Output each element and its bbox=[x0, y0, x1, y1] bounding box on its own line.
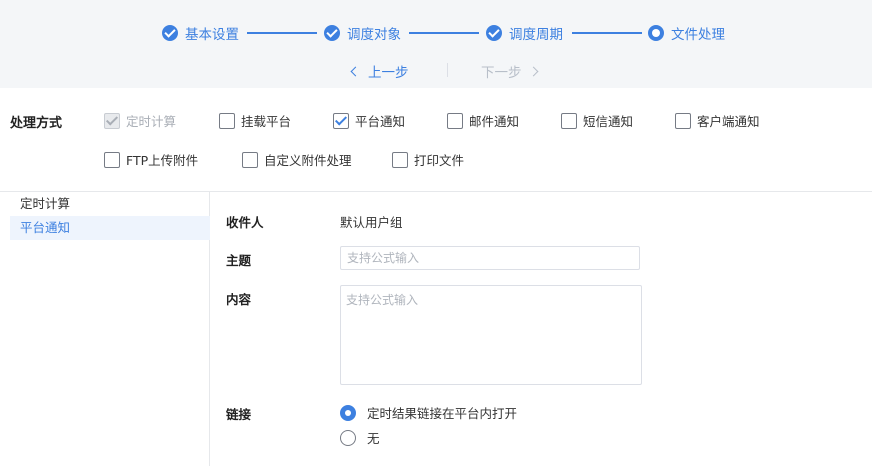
checkbox[interactable] bbox=[104, 151, 120, 168]
step-schedule-object[interactable]: 调度对象 bbox=[324, 24, 401, 43]
recipient-label: 收件人 bbox=[226, 215, 264, 230]
dot-circle-icon bbox=[648, 25, 664, 41]
option-scheduled-calc[interactable]: 定时计算 bbox=[104, 111, 176, 130]
step-connector bbox=[572, 32, 642, 34]
check-circle-icon bbox=[324, 25, 340, 41]
option-mount-platform[interactable]: 挂载平台 bbox=[219, 111, 291, 130]
step-schedule-period[interactable]: 调度周期 bbox=[486, 24, 563, 43]
option-label: 挂载平台 bbox=[241, 114, 292, 129]
method-label: 处理方式 bbox=[10, 116, 63, 131]
step-file-processing[interactable]: 文件处理 bbox=[648, 24, 725, 43]
option-sms-notify[interactable]: 短信通知 bbox=[561, 111, 633, 130]
link-option-none[interactable]: 无 bbox=[340, 428, 380, 447]
link-option-open-in-platform[interactable]: 定时结果链接在平台内打开 bbox=[340, 403, 517, 422]
option-print-file[interactable]: 打印文件 bbox=[392, 150, 464, 169]
prev-step-label: 上一步 bbox=[368, 65, 409, 81]
radio-label: 无 bbox=[367, 431, 380, 446]
step-label: 调度周期 bbox=[509, 27, 563, 43]
prev-step-button[interactable]: 上一步 bbox=[350, 61, 409, 81]
step-label: 基本设置 bbox=[185, 27, 239, 43]
option-label: 短信通知 bbox=[583, 114, 634, 129]
sidebar-item-scheduled-calc[interactable]: 定时计算 bbox=[10, 192, 210, 216]
checkbox[interactable] bbox=[675, 112, 691, 129]
option-label: FTP上传附件 bbox=[126, 153, 199, 168]
sidebar: 定时计算 平台通知 bbox=[0, 192, 210, 466]
option-email-notify[interactable]: 邮件通知 bbox=[447, 111, 519, 130]
option-custom-attachment[interactable]: 自定义附件处理 bbox=[242, 150, 352, 169]
checkbox[interactable] bbox=[219, 112, 235, 129]
option-label: 打印文件 bbox=[414, 153, 465, 168]
option-client-notify[interactable]: 客户端通知 bbox=[675, 111, 760, 130]
step-label: 文件处理 bbox=[671, 27, 725, 43]
option-label: 邮件通知 bbox=[469, 114, 520, 129]
option-label: 定时计算 bbox=[126, 114, 177, 129]
checkbox[interactable] bbox=[104, 112, 120, 129]
sidebar-item-platform-notify[interactable]: 平台通知 bbox=[10, 216, 210, 240]
checkbox[interactable] bbox=[333, 112, 349, 129]
recipient-value: 默认用户组 bbox=[340, 215, 403, 230]
option-label: 平台通知 bbox=[355, 114, 406, 129]
step-label: 调度对象 bbox=[347, 27, 401, 43]
next-step-label: 下一步 bbox=[481, 65, 522, 81]
subject-input[interactable] bbox=[340, 246, 640, 270]
radio-button[interactable] bbox=[340, 404, 356, 421]
step-connector bbox=[247, 32, 317, 34]
step-basic-settings[interactable]: 基本设置 bbox=[162, 24, 239, 43]
chevron-left-icon bbox=[350, 66, 361, 76]
next-step-button[interactable]: 下一步 bbox=[481, 61, 538, 81]
step-connector bbox=[409, 32, 479, 34]
link-label: 链接 bbox=[226, 407, 252, 422]
content-textarea[interactable] bbox=[340, 285, 642, 385]
nav-divider bbox=[447, 63, 448, 77]
checkbox[interactable] bbox=[242, 151, 258, 168]
checkbox[interactable] bbox=[447, 112, 463, 129]
stepper-header: 基本设置 调度对象 调度周期 文件处理 上一步 下一步 bbox=[0, 0, 872, 88]
check-circle-icon bbox=[486, 25, 502, 41]
check-circle-icon bbox=[162, 25, 178, 41]
option-label: 自定义附件处理 bbox=[264, 153, 352, 168]
chevron-right-icon bbox=[528, 66, 538, 76]
option-ftp-upload[interactable]: FTP上传附件 bbox=[104, 150, 198, 169]
checkbox[interactable] bbox=[392, 151, 408, 168]
subject-label: 主题 bbox=[226, 253, 252, 268]
content-label: 内容 bbox=[226, 292, 252, 307]
option-label: 客户端通知 bbox=[697, 114, 760, 129]
checkbox[interactable] bbox=[561, 112, 577, 129]
option-platform-notify[interactable]: 平台通知 bbox=[333, 111, 405, 130]
radio-button[interactable] bbox=[340, 429, 356, 446]
radio-label: 定时结果链接在平台内打开 bbox=[367, 406, 518, 421]
